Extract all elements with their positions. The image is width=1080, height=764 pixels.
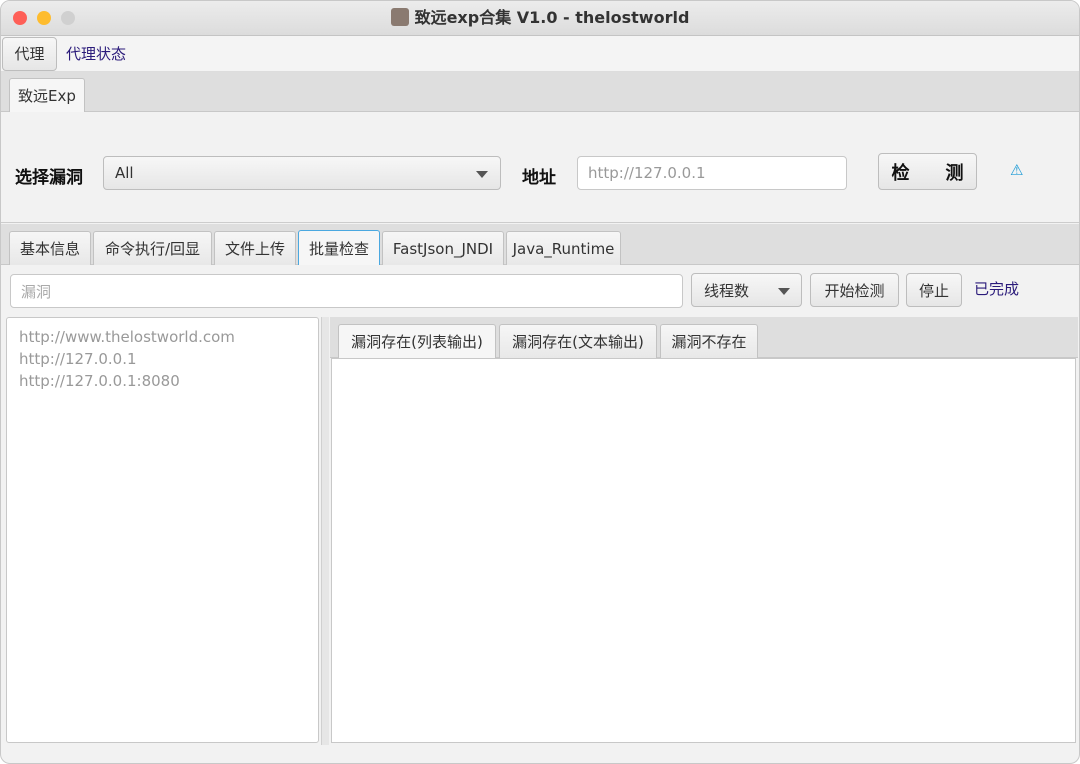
- vuln-select[interactable]: All: [103, 156, 501, 190]
- form-panel: 选择漏洞 All 地址 http://127.0.0.1 检 测 ⚠: [1, 113, 1079, 223]
- tab-batch-check[interactable]: 批量检查: [298, 230, 380, 265]
- top-tab-strip: 致远Exp: [1, 72, 1079, 112]
- threads-select-value: 线程数: [704, 281, 750, 300]
- app-window: 致远exp合集 V1.0 - thelostworld 代理 代理状态 致远Ex…: [0, 0, 1080, 764]
- vuln-label: 选择漏洞: [15, 168, 83, 188]
- url-item[interactable]: http://www.thelostworld.com: [19, 326, 306, 348]
- sub-tab-strip: 基本信息 命令执行/回显 文件上传 批量检查 FastJson_JNDI Jav…: [1, 224, 1079, 265]
- tab-result-list[interactable]: 漏洞存在(列表输出): [338, 324, 496, 358]
- url-item[interactable]: http://127.0.0.1: [19, 348, 306, 370]
- stop-button[interactable]: 停止: [906, 273, 962, 307]
- tab-command-exec[interactable]: 命令执行/回显: [93, 231, 212, 265]
- minimize-button[interactable]: [37, 11, 51, 25]
- menu-bar: 代理 代理状态: [1, 36, 1079, 72]
- zoom-button[interactable]: [61, 11, 75, 25]
- addr-input[interactable]: http://127.0.0.1: [577, 156, 847, 190]
- close-button[interactable]: [13, 11, 27, 25]
- app-icon: [390, 8, 409, 26]
- start-check-button[interactable]: 开始检测: [810, 273, 899, 307]
- threads-select[interactable]: 线程数: [691, 273, 802, 307]
- tab-result-not-exist[interactable]: 漏洞不存在: [660, 324, 758, 358]
- vuln-filter-input[interactable]: 漏洞: [10, 274, 683, 308]
- vuln-select-value: All: [115, 164, 134, 182]
- tab-result-text[interactable]: 漏洞存在(文本输出): [499, 324, 657, 358]
- result-panel: [331, 358, 1076, 743]
- url-list[interactable]: http://www.thelostworld.com http://127.0…: [6, 317, 319, 743]
- detect-button[interactable]: 检 测: [878, 153, 977, 190]
- window-title: 致远exp合集 V1.0 - thelostworld: [414, 8, 690, 27]
- chevron-down-icon: [778, 288, 790, 295]
- proxy-status-link[interactable]: 代理状态: [66, 43, 126, 64]
- url-item[interactable]: http://127.0.0.1:8080: [19, 370, 306, 392]
- addr-label: 地址: [522, 168, 556, 188]
- title-bar: 致远exp合集 V1.0 - thelostworld: [1, 1, 1079, 36]
- tab-java-runtime[interactable]: Java_Runtime: [506, 231, 621, 265]
- chevron-down-icon: [476, 171, 488, 178]
- tab-fastjson-jndi[interactable]: FastJson_JNDI: [382, 231, 504, 265]
- result-tab-strip: 漏洞存在(列表输出) 漏洞存在(文本输出) 漏洞不存在: [330, 317, 1078, 358]
- status-text: 已完成: [974, 280, 1020, 298]
- split-pane-divider[interactable]: [321, 317, 329, 745]
- tab-basic-info[interactable]: 基本信息: [9, 231, 91, 265]
- tab-file-upload[interactable]: 文件上传: [214, 231, 296, 265]
- proxy-button[interactable]: 代理: [2, 36, 57, 71]
- warning-icon[interactable]: ⚠: [1010, 161, 1023, 179]
- tab-zhiyuan-exp[interactable]: 致远Exp: [9, 78, 85, 112]
